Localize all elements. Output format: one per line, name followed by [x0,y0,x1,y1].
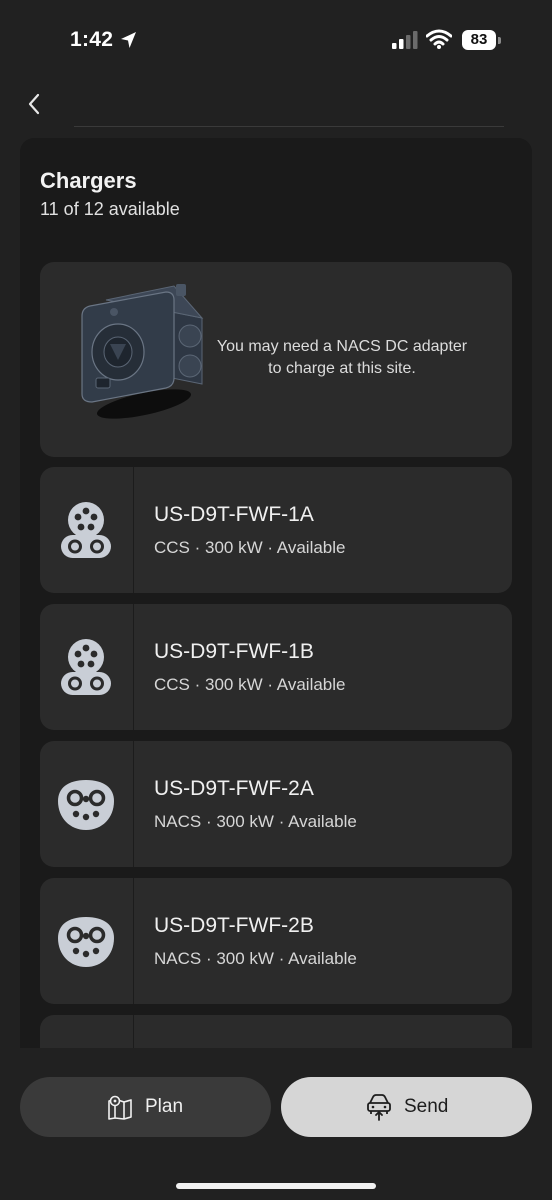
home-indicator[interactable] [176,1183,376,1189]
back-button[interactable] [20,88,52,120]
adapter-notice-text: You may need a NACS DC adapter to charge… [216,338,468,377]
ccs-connector-icon [61,639,111,695]
charger-details: NACS · 300 kW · Available [154,949,357,968]
nacs-adapter-illustration [81,284,204,419]
charger-item[interactable]: US-D9T-FWF-2B NACS · 300 kW · Available [40,878,512,1004]
charger-item-partial[interactable] [40,1015,512,1048]
charger-item[interactable]: US-D9T-FWF-1B CCS · 300 kW · Available [40,604,512,730]
charger-icon-cell [40,1015,134,1048]
charger-details: CCS · 300 kW · Available [154,675,346,694]
send-to-car-button[interactable]: Send [281,1077,532,1137]
panel-title: Chargers [40,168,137,193]
plan-button[interactable]: Plan [20,1077,271,1137]
charger-name: US-D9T-FWF-2A [154,777,314,800]
status-time: 1:42 [70,28,114,51]
charger-icon-cell [40,467,134,593]
map-pin-icon [108,1095,132,1120]
charger-name: US-D9T-FWF-2B [154,914,314,937]
charger-item[interactable]: US-D9T-FWF-2A NACS · 300 kW · Available [40,741,512,867]
nacs-connector-icon [58,780,114,830]
location-arrow-icon [121,32,136,48]
plan-label: Plan [145,1096,184,1117]
charger-icon-cell [40,604,134,730]
wifi-icon [426,29,452,49]
send-to-car-icon [367,1094,391,1121]
charger-details: CCS · 300 kW · Available [154,538,346,557]
charger-name: US-D9T-FWF-1B [154,640,314,663]
adapter-notice-card: You may need a NACS DC adapter to charge… [40,262,512,457]
charger-icon-cell [40,741,134,867]
availability-count: 11 of 12 available [40,199,180,219]
cellular-signal-icon [392,31,418,49]
header-divider [74,126,504,127]
charger-item[interactable]: US-D9T-FWF-1A CCS · 300 kW · Available [40,467,512,593]
battery-nub [498,37,501,44]
status-bar: 1:42 83 [0,0,552,80]
charger-icon-cell [40,878,134,1004]
send-label: Send [404,1096,449,1117]
nacs-connector-icon [58,917,114,967]
battery-level: 83 [470,31,488,48]
charger-details: NACS · 300 kW · Available [154,812,357,831]
chevron-left-icon [28,93,40,115]
battery-indicator: 83 [462,30,496,50]
chargers-panel: Chargers 11 of 12 available You may need… [20,138,532,1048]
charger-name: US-D9T-FWF-1A [154,503,314,526]
ccs-connector-icon [61,502,111,558]
